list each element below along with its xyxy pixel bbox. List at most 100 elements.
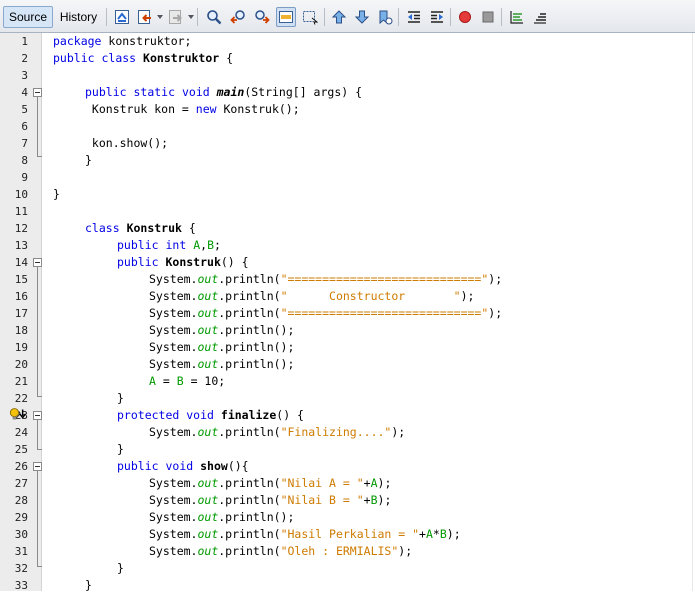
code-line-33: } xyxy=(85,577,92,594)
toolbar-separator xyxy=(501,8,502,26)
code-line-29: System.out.println(); xyxy=(149,509,294,526)
line-number: 10 xyxy=(14,188,28,201)
fold-guide xyxy=(37,420,38,449)
line-number: 15 xyxy=(14,273,28,286)
code-text: .println(); xyxy=(218,323,295,337)
code-editor[interactable]: package konstruktor; public class Konstr… xyxy=(53,33,695,594)
line-number: 11 xyxy=(14,205,28,218)
last-edit-button[interactable] xyxy=(112,7,132,27)
line-number: 16 xyxy=(14,290,28,303)
toggle-rect-select-button[interactable] xyxy=(300,7,320,27)
toggle-highlight-button[interactable] xyxy=(276,7,296,27)
code-text: ; xyxy=(214,238,221,252)
line-number-gutter: 1 2 3 4 5 6 7 8 9 10 11 12 13 14 15 16 1… xyxy=(0,33,42,592)
fold-guide xyxy=(37,471,38,566)
last-edit-icon xyxy=(115,10,129,24)
line-number: 7 xyxy=(21,137,28,150)
line-number: 27 xyxy=(14,477,28,490)
start-macro-icon xyxy=(459,11,471,23)
shift-left-icon xyxy=(408,11,420,23)
code-line-8: } xyxy=(85,152,92,169)
hint-lightbulb-icon[interactable] xyxy=(9,407,29,421)
code-text: ); xyxy=(446,527,461,541)
shift-right-button[interactable] xyxy=(427,7,447,27)
code-text: + xyxy=(363,493,371,507)
editor-toolbar: Source History xyxy=(0,0,695,33)
field-name: out xyxy=(197,272,219,286)
keyword: public xyxy=(117,255,159,269)
find-next-button[interactable] xyxy=(252,7,272,27)
line-number: 19 xyxy=(14,341,28,354)
code-text: ); xyxy=(488,306,503,320)
fold-toggle-show[interactable] xyxy=(33,462,42,471)
code-text: .println( xyxy=(218,289,281,303)
find-next-icon xyxy=(255,10,270,24)
fold-end-marker xyxy=(37,449,42,450)
method-name: main xyxy=(216,85,245,99)
fold-toggle-main[interactable] xyxy=(33,88,42,97)
previous-bookmark-button[interactable] xyxy=(329,7,349,27)
start-macro-button[interactable] xyxy=(455,7,475,27)
code-text: * xyxy=(432,527,440,541)
code-line-26: public void show(){ xyxy=(117,458,249,475)
field-name: out xyxy=(197,544,219,558)
fold-toggle-finalize[interactable] xyxy=(33,411,42,420)
code-text: System. xyxy=(149,323,198,337)
find-selection-button[interactable] xyxy=(204,7,224,27)
code-text: ); xyxy=(377,476,392,490)
fold-toggle-constructor[interactable] xyxy=(33,258,42,267)
code-text: ); xyxy=(460,289,475,303)
class-name: Konstruktor xyxy=(143,51,220,65)
next-bookmark-button[interactable] xyxy=(352,7,372,27)
uncomment-button[interactable] xyxy=(530,7,550,27)
keyword: void xyxy=(165,459,194,473)
comment-icon xyxy=(510,11,523,24)
line-number: 9 xyxy=(21,171,28,184)
forward-dropdown-arrow[interactable] xyxy=(188,15,194,19)
code-text: .println( xyxy=(218,544,281,558)
code-line-17: System.out.println("====================… xyxy=(149,305,502,322)
line-number: 1 xyxy=(21,35,28,48)
line-number: 26 xyxy=(14,460,28,473)
toggle-bookmark-button[interactable] xyxy=(375,7,395,27)
line-number: 28 xyxy=(14,494,28,507)
code-line-18: System.out.println(); xyxy=(149,322,294,339)
line-number: 21 xyxy=(14,375,28,388)
string-literal: "============================" xyxy=(280,272,489,286)
code-text: { xyxy=(219,51,234,65)
back-button[interactable] xyxy=(135,7,155,27)
forward-button[interactable] xyxy=(166,7,186,27)
stop-macro-button[interactable] xyxy=(478,7,498,27)
code-line-21: A = B = 10; xyxy=(149,373,225,390)
line-number: 12 xyxy=(14,222,28,235)
code-text: System. xyxy=(149,272,198,286)
line-number: 3 xyxy=(21,69,28,82)
comment-button[interactable] xyxy=(507,7,527,27)
code-text: Konstruk kon = xyxy=(85,102,196,116)
code-text: } xyxy=(117,391,124,405)
code-line-16: System.out.println(" Constructor "); xyxy=(149,288,474,305)
next-bookmark-icon xyxy=(354,10,370,24)
editor-right-margin xyxy=(692,33,693,591)
keyword: package xyxy=(53,34,102,48)
code-text: .println( xyxy=(218,425,281,439)
tab-source[interactable]: Source xyxy=(3,6,53,28)
shift-left-button[interactable] xyxy=(404,7,424,27)
code-text: () { xyxy=(276,408,304,422)
string-literal: "Hasil Perkalian = " xyxy=(280,527,420,541)
find-previous-button[interactable] xyxy=(228,7,248,27)
field-name: out xyxy=(197,340,219,354)
code-line-10: } xyxy=(53,186,60,203)
keyword: static xyxy=(133,85,176,99)
code-line-19: System.out.println(); xyxy=(149,339,294,356)
field-name: out xyxy=(197,527,219,541)
code-line-15: System.out.println("====================… xyxy=(149,271,502,288)
tab-history[interactable]: History xyxy=(56,6,101,28)
line-number: 30 xyxy=(14,528,28,541)
method-name: finalize xyxy=(220,408,277,422)
stop-macro-icon xyxy=(482,11,494,23)
keyword: new xyxy=(195,102,217,116)
field-name: out xyxy=(197,476,219,490)
code-text: (){ xyxy=(227,459,249,473)
back-dropdown-arrow[interactable] xyxy=(157,15,163,19)
